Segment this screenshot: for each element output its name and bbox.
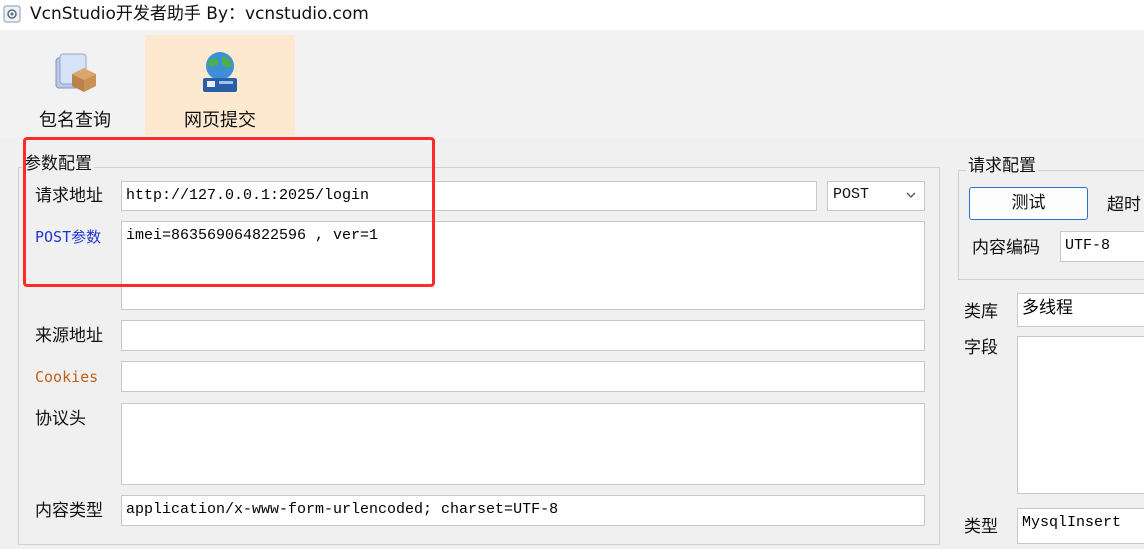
timeout-label: 超时 bbox=[1107, 195, 1141, 215]
test-button[interactable]: 测试 bbox=[969, 187, 1088, 220]
request-group-title: 请求配置 bbox=[966, 155, 1038, 177]
window-title: VcnStudio开发者助手 By：vcnstudio.com bbox=[30, 4, 369, 24]
toolbar: 包名查询 网页提交 bbox=[0, 30, 1144, 138]
library-label: 类库 bbox=[964, 302, 998, 322]
method-select[interactable]: POST bbox=[827, 181, 925, 211]
cookies-label: Cookies bbox=[35, 368, 99, 386]
chevron-down-icon bbox=[906, 192, 916, 198]
referer-input[interactable] bbox=[121, 320, 925, 351]
title-bar: VcnStudio开发者助手 By：vcnstudio.com bbox=[0, 0, 1144, 30]
encoding-input[interactable]: UTF-8 bbox=[1060, 231, 1144, 262]
package-box-icon bbox=[55, 53, 96, 92]
headers-label: 协议头 bbox=[35, 409, 86, 429]
library-input[interactable]: 多线程 bbox=[1017, 293, 1144, 327]
fields-label: 字段 bbox=[964, 338, 998, 358]
gear-app-icon bbox=[3, 5, 21, 23]
encoding-label: 内容编码 bbox=[972, 238, 1040, 258]
tool-label: 网页提交 bbox=[184, 110, 256, 131]
tool-label: 包名查询 bbox=[39, 110, 111, 131]
referer-label: 来源地址 bbox=[35, 326, 103, 346]
tool-web-submit[interactable]: 网页提交 bbox=[145, 35, 295, 135]
highlight-box bbox=[23, 137, 435, 287]
content-type-label: 内容类型 bbox=[35, 501, 103, 521]
type-input[interactable]: MysqlInsert bbox=[1017, 508, 1144, 544]
type-label: 类型 bbox=[964, 517, 998, 537]
fields-textarea[interactable] bbox=[1017, 336, 1144, 494]
headers-textarea[interactable] bbox=[121, 403, 925, 485]
cookies-input[interactable] bbox=[121, 361, 925, 392]
method-value: POST bbox=[833, 186, 870, 203]
globe-network-icon bbox=[203, 52, 237, 92]
content-type-input[interactable]: application/x-www-form-urlencoded; chars… bbox=[121, 495, 925, 526]
tool-package-query[interactable]: 包名查询 bbox=[0, 35, 150, 135]
